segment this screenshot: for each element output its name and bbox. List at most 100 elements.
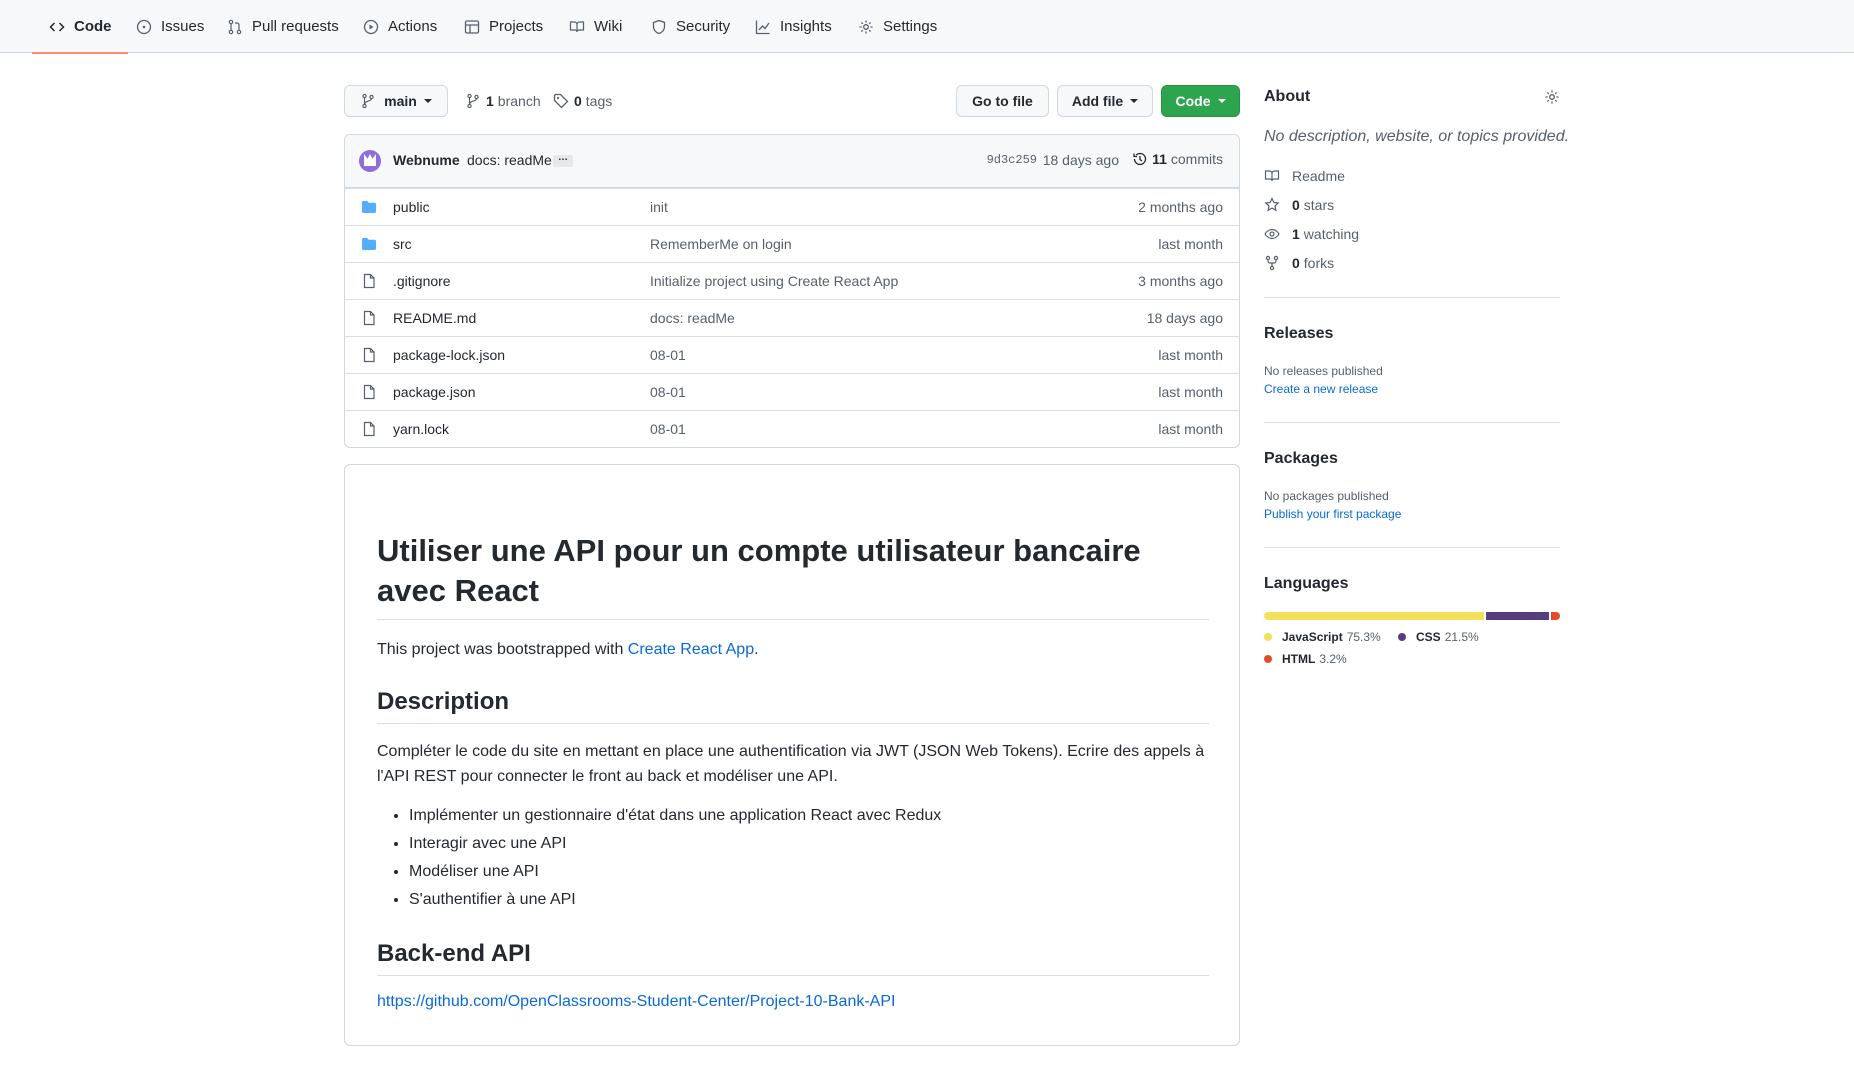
git-branch-icon [467, 93, 479, 109]
tag-count: 0 [574, 93, 582, 109]
file-date: last month [1158, 347, 1223, 363]
file-name[interactable]: yarn.lock [393, 421, 449, 437]
tab-wiki-label: Wiki [594, 18, 623, 35]
add-file-label: Add file [1071, 93, 1124, 109]
file-commit-message[interactable]: RememberMe on login [650, 236, 792, 252]
chevron-down-icon [1130, 99, 1139, 103]
file-row: yarn.lock 08-01 last month [345, 410, 1239, 447]
file-commit-message[interactable]: 08-01 [650, 384, 686, 400]
tab-code-label: Code [74, 18, 112, 35]
file-name[interactable]: package-lock.json [393, 347, 505, 363]
gear-icon [857, 18, 875, 36]
packages-empty-text: No packages published [1264, 489, 1389, 503]
tags-link[interactable]: 0 tags [553, 88, 612, 114]
file-date: last month [1158, 236, 1223, 252]
readme-bullet-list: Implémenter un gestionnaire d'état dans … [409, 803, 1209, 915]
language-css[interactable]: CSS 21.5% [1398, 628, 1479, 646]
chevron-down-icon [1217, 99, 1226, 103]
readme-link[interactable]: Readme [1264, 166, 1345, 186]
file-name[interactable]: src [393, 236, 412, 252]
file-name[interactable]: public [393, 199, 430, 215]
commit-count-label: commits [1170, 151, 1223, 167]
commit-date: 18 days ago [1042, 152, 1119, 168]
file-row: public init 2 months ago [345, 188, 1239, 225]
git-pull-request-icon [226, 18, 244, 36]
packages-heading[interactable]: Packages [1264, 450, 1338, 468]
forks-link[interactable]: 0 forks [1264, 253, 1334, 273]
file-date: last month [1158, 421, 1223, 437]
tab-projects[interactable]: Projects [463, 0, 543, 53]
language-javascript[interactable]: JavaScript 75.3% [1264, 628, 1381, 646]
divider [1264, 422, 1560, 423]
list-item: Modéliser une API [409, 859, 1209, 884]
table-icon [463, 18, 481, 36]
go-to-file-button[interactable]: Go to file [956, 85, 1049, 117]
repo-forked-icon [1265, 255, 1279, 271]
code-button[interactable]: Code [1161, 85, 1240, 117]
branch-name: main [384, 93, 417, 109]
tag-label: tags [585, 93, 613, 109]
language-html[interactable]: HTML 3.2% [1264, 650, 1347, 668]
commits-link[interactable]: 11 commits [1132, 151, 1223, 167]
chevron-down-icon [423, 99, 432, 103]
create-react-app-link[interactable]: Create React App [628, 641, 754, 658]
language-bar [1264, 612, 1560, 620]
tab-insights[interactable]: Insights [754, 0, 832, 53]
branches-link[interactable]: 1 branch [465, 88, 541, 114]
commit-sha[interactable]: 9d3c259 [987, 153, 1037, 167]
add-file-button[interactable]: Add file [1057, 85, 1153, 117]
commit-expand-button[interactable]: … [553, 153, 573, 167]
file-commit-message[interactable]: docs: readMe [650, 310, 735, 326]
tab-projects-label: Projects [489, 18, 544, 35]
language-color-dot [1264, 655, 1272, 663]
file-browser: Webnume docs: readMe … 9d3c259 18 days a… [344, 134, 1240, 448]
avatar[interactable] [359, 150, 381, 172]
list-item: Implémenter un gestionnaire d'état dans … [409, 803, 1209, 828]
commit-author[interactable]: Webnume [393, 152, 460, 168]
gear-icon[interactable] [1544, 89, 1560, 105]
readme-backend-link-row: https://github.com/OpenClassrooms-Studen… [377, 989, 895, 1014]
list-item: S'authentifier à une API [409, 887, 1209, 912]
commit-message[interactable]: docs: readMe [467, 152, 552, 168]
book-icon [1264, 170, 1280, 182]
releases-heading[interactable]: Releases [1264, 325, 1333, 343]
backend-api-link[interactable]: https://github.com/OpenClassrooms-Studen… [377, 993, 895, 1010]
tab-actions[interactable]: Actions [362, 0, 437, 53]
tab-issues[interactable]: Issues [135, 0, 204, 53]
stars-link[interactable]: 0 stars [1264, 195, 1334, 215]
publish-package-link[interactable]: Publish your first package [1264, 507, 1401, 521]
file-commit-message[interactable]: 08-01 [650, 347, 686, 363]
file-name[interactable]: package.json [393, 384, 476, 400]
file-date: 2 months ago [1138, 199, 1223, 215]
language-bar-segment [1550, 612, 1560, 620]
create-release-link[interactable]: Create a new release [1264, 382, 1378, 396]
language-name: HTML [1282, 652, 1316, 666]
watching-count: 1 [1292, 226, 1300, 242]
file-icon [363, 273, 375, 289]
readme-title: Utiliser une API pour un compte utilisat… [377, 531, 1209, 620]
tab-wiki[interactable]: Wiki [568, 0, 622, 53]
language-name: CSS [1416, 630, 1441, 644]
tab-pull-requests[interactable]: Pull requests [226, 0, 339, 53]
book-icon [568, 18, 586, 36]
tab-settings[interactable]: Settings [857, 0, 937, 53]
folder-icon [362, 238, 376, 250]
tab-settings-label: Settings [883, 18, 938, 35]
watchers-link[interactable]: 1 watching [1264, 224, 1359, 244]
branch-selector[interactable]: main [344, 85, 448, 117]
file-commit-message[interactable]: init [650, 199, 668, 215]
file-name[interactable]: .gitignore [393, 273, 451, 289]
file-commit-message[interactable]: Initialize project using Create React Ap… [650, 273, 898, 289]
language-color-dot [1264, 633, 1272, 641]
tab-pull-requests-label: Pull requests [252, 18, 339, 35]
graph-icon [754, 18, 772, 36]
file-date: 3 months ago [1138, 273, 1223, 289]
tab-security[interactable]: Security [650, 0, 730, 53]
readme-panel: Utiliser une API pour un compte utilisat… [344, 464, 1240, 1046]
readme-heading-description: Description [377, 687, 1209, 724]
file-commit-message[interactable]: 08-01 [650, 421, 686, 437]
file-name[interactable]: README.md [393, 310, 476, 326]
tab-code[interactable]: Code [32, 0, 127, 54]
code-icon [48, 18, 66, 36]
go-to-file-label: Go to file [972, 93, 1033, 109]
